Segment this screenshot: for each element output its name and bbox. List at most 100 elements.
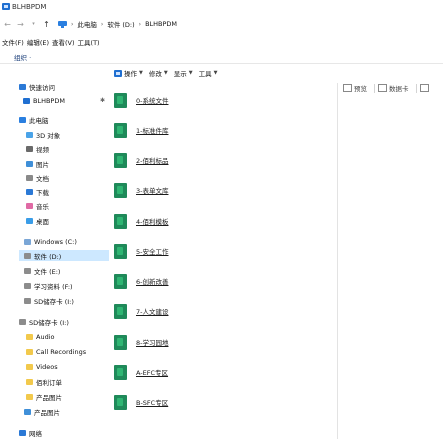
tool-label: 显示 [173, 70, 187, 78]
menu-edit[interactable]: 编辑(E) [27, 37, 49, 47]
folder-icon [26, 378, 33, 385]
video-icon [26, 145, 33, 152]
pdm-folder-icon [114, 334, 127, 350]
sidebar-item-videos[interactable]: 视频 [26, 143, 49, 154]
list-item[interactable]: 5-安全工作 [114, 241, 168, 261]
breadcrumb-this-pc[interactable]: 此电脑 [77, 19, 97, 29]
tool-label: 修改 [148, 70, 162, 78]
sidebar-item-quick-access[interactable]: 快速访问 [19, 81, 55, 92]
sidebar-item-label: Audio [36, 332, 55, 341]
more-tabs-icon[interactable] [419, 84, 429, 92]
modify-menu-button[interactable]: 修改 ▼ [149, 68, 168, 78]
preview-pane-header: 预览 数据卡 [343, 83, 431, 93]
sidebar-item-product-images-library[interactable]: 产品图片 [24, 406, 60, 417]
display-menu-button[interactable]: 显示 ▼ [174, 68, 193, 78]
app-icon [2, 3, 10, 10]
breadcrumb-separator-icon: › [138, 20, 142, 28]
sidebar-item-documents[interactable]: 文档 [26, 172, 49, 183]
folder-icon [26, 393, 33, 400]
sidebar-item-videos-folder[interactable]: Videos [26, 361, 58, 372]
sidebar-item-pictures[interactable]: 图片 [26, 158, 49, 169]
organize-button[interactable]: 组织 · [14, 52, 31, 62]
sidebar-item-files-e[interactable]: 文件 (E:) [24, 265, 60, 276]
sidebar-item-this-pc[interactable]: 此电脑 [19, 114, 49, 125]
breadcrumb-separator-icon: › [100, 20, 104, 28]
sidebar-item-label: BLHBPDM [33, 96, 65, 105]
window-title: BLHBPDM [12, 2, 47, 11]
title-bar: BLHBPDM [0, 0, 443, 13]
file-name: B-SFC专区 [136, 399, 169, 407]
sidebar-item-software-d[interactable]: 软件 (D:) [19, 250, 109, 261]
file-name: A-EFC专区 [136, 369, 169, 377]
tool-label: 工具 [198, 70, 212, 78]
sidebar-item-windows-c[interactable]: Windows (C:) [24, 236, 77, 247]
file-name: 6-创新改善 [136, 278, 169, 286]
tab-divider [415, 83, 417, 93]
sidebar-item-call-recordings[interactable]: Call Recordings [26, 346, 86, 357]
sidebar-item-desktop[interactable]: 桌面 [26, 215, 49, 226]
list-item[interactable]: 3-表单文库 [114, 180, 168, 200]
up-arrow-icon[interactable]: ↑ [41, 19, 52, 30]
list-item[interactable]: 7-人文建设 [114, 301, 168, 321]
star-icon [19, 83, 26, 90]
sidebar-item-label: 产品图片 [34, 408, 60, 417]
list-item[interactable]: 8-学习园地 [114, 332, 168, 352]
file-name: 4-佰利模板 [136, 218, 169, 226]
breadcrumb-blhbpdm[interactable]: BLHBPDM [145, 20, 177, 28]
sd-card-icon [24, 297, 31, 304]
recent-locations-chevron-icon[interactable]: ▾ [28, 19, 39, 30]
tab-preview[interactable]: 预览 [354, 83, 367, 93]
drive-icon [24, 252, 31, 259]
list-item[interactable]: A-EFC专区 [114, 362, 168, 382]
cube-icon [26, 131, 33, 138]
breadcrumb-separator-icon: › [71, 20, 74, 28]
drive-icon [24, 282, 31, 289]
list-item[interactable]: 1-标准件库 [114, 120, 168, 140]
sidebar-item-label: 桌面 [36, 217, 49, 226]
sidebar-item-label: SD储存卡 (I:) [29, 318, 69, 327]
list-item[interactable]: B-SFC专区 [114, 392, 168, 412]
chevron-down-icon: ▼ [139, 70, 143, 76]
sidebar-item-sd-card-i[interactable]: SD储存卡 (I:) [24, 295, 74, 306]
breadcrumb-drive-d[interactable]: 软件 (D:) [107, 19, 134, 29]
preview-icon [343, 84, 352, 92]
sidebar-item-music[interactable]: 音乐 [26, 200, 49, 211]
tool-label: 操作 [124, 70, 137, 78]
sidebar-item-3d-objects[interactable]: 3D 对象 [26, 129, 60, 140]
menu-file[interactable]: 文件(F) [2, 37, 24, 47]
pin-icon[interactable]: ✱ [100, 97, 105, 104]
sidebar-item-product-images[interactable]: 产品图片 [26, 391, 62, 402]
list-item[interactable]: 6-创新改善 [114, 271, 168, 291]
sidebar-item-audio[interactable]: Audio [26, 331, 54, 342]
sidebar-item-downloads[interactable]: 下载 [26, 186, 49, 197]
network-icon [19, 429, 26, 436]
sidebar-item-label: 文档 [36, 174, 49, 183]
tools-menu-button[interactable]: 工具 ▼ [199, 68, 218, 78]
list-item[interactable]: 4-佰利模板 [114, 211, 168, 231]
list-item[interactable]: 2-佰利标品 [114, 150, 168, 170]
pdm-toolbar: 操作 ▼ 修改 ▼ 显示 ▼ 工具 ▼ [114, 68, 223, 78]
sidebar-item-label: 此电脑 [29, 116, 49, 125]
pdm-vault-icon [114, 69, 122, 77]
back-arrow-icon[interactable]: ← [2, 19, 13, 30]
sidebar-item-label: 佰利订单 [36, 378, 62, 387]
pdm-folder-icon [114, 152, 127, 168]
sidebar-item-blhbpdm[interactable]: BLHBPDM [23, 95, 65, 106]
sidebar-item-label: 产品图片 [36, 393, 62, 402]
sidebar-item-label: 音乐 [36, 202, 49, 211]
list-item[interactable]: 0-系统文件 [114, 90, 168, 110]
menu-tools[interactable]: 工具(T) [78, 37, 100, 47]
file-name: 0-系统文件 [136, 97, 169, 105]
menu-bar: 文件(F) 编辑(E) 查看(V) 工具(T) [0, 36, 101, 48]
sidebar-item-network[interactable]: 网络 [19, 427, 42, 438]
forward-arrow-icon[interactable]: → [15, 19, 26, 30]
actions-menu-button[interactable]: 操作 ▼ [114, 68, 143, 78]
menu-view[interactable]: 查看(V) [52, 37, 75, 47]
pane-splitter[interactable] [337, 83, 338, 439]
sidebar-item-study-f[interactable]: 学习资料 (F:) [24, 280, 73, 291]
sidebar-item-sd-card-root[interactable]: SD储存卡 (I:) [19, 316, 69, 327]
sidebar-item-orders[interactable]: 佰利订单 [26, 376, 62, 387]
tab-data-card[interactable]: 数据卡 [389, 83, 409, 93]
sidebar-item-label: 软件 (D:) [34, 252, 62, 261]
sidebar-item-label: 网络 [29, 429, 42, 438]
